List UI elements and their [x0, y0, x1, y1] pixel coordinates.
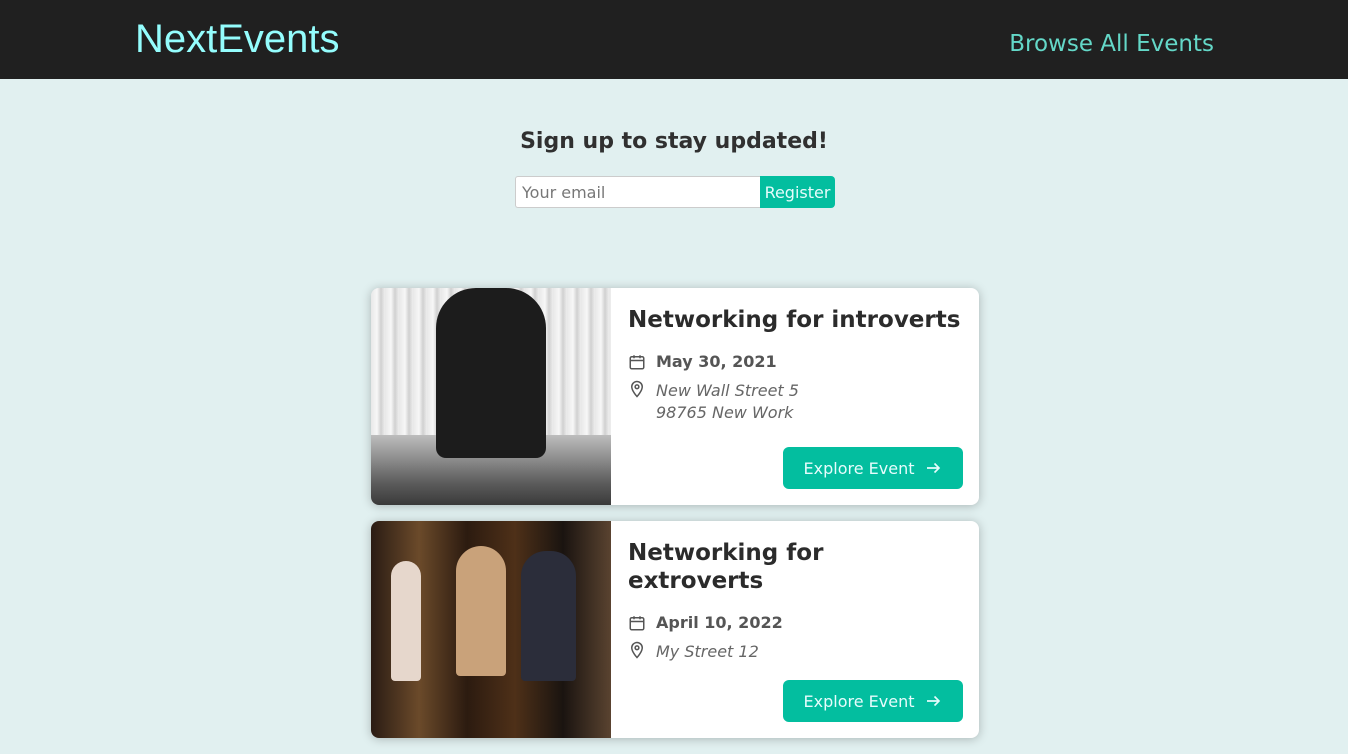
event-image	[371, 521, 611, 738]
email-input[interactable]	[515, 176, 760, 208]
explore-event-label: Explore Event	[803, 458, 915, 478]
calendar-icon	[629, 615, 645, 630]
event-card: Networking for extroverts April 10, 2022…	[371, 521, 979, 738]
event-date: April 10, 2022	[628, 613, 963, 632]
logo-link[interactable]: NextEvents	[135, 15, 340, 63]
event-date-text: May 30, 2021	[656, 352, 777, 371]
address-line-1: New Wall Street 5	[656, 381, 799, 400]
newsletter-section: Sign up to stay updated!	[0, 128, 1348, 156]
explore-event-label: Explore Event	[803, 691, 915, 711]
event-date-text: April 10, 2022	[656, 613, 783, 632]
register-button[interactable]: Register	[760, 176, 835, 208]
main-header: NextEvents Browse All Events	[0, 0, 1348, 79]
event-list: Networking for introverts May 30, 2021 N…	[371, 288, 979, 754]
location-pin-icon	[630, 380, 644, 398]
event-title: Networking for introverts	[628, 307, 961, 333]
explore-event-button[interactable]: Explore Event	[783, 680, 963, 722]
explore-event-button[interactable]: Explore Event	[783, 447, 963, 489]
arrow-right-icon	[927, 462, 941, 474]
address-line-2: 98765 New Work	[656, 403, 794, 422]
newsletter-heading: Sign up to stay updated!	[520, 129, 828, 154]
event-content: Networking for extroverts April 10, 2022…	[611, 521, 979, 738]
calendar-icon	[629, 354, 645, 369]
person-shape	[521, 551, 576, 681]
person-shape	[456, 546, 506, 676]
event-card: Networking for introverts May 30, 2021 N…	[371, 288, 979, 505]
event-content: Networking for introverts May 30, 2021 N…	[611, 288, 979, 505]
location-pin-icon	[630, 641, 644, 659]
newsletter-form: Register	[515, 176, 835, 208]
event-title: Networking for extroverts	[628, 540, 824, 594]
address-line-1: My Street 12	[656, 642, 759, 661]
event-address: New Wall Street 5 98765 New Work	[628, 380, 963, 424]
person-shape	[391, 561, 421, 681]
person-silhouette	[436, 288, 546, 458]
event-address: My Street 12	[628, 641, 963, 663]
event-date: May 30, 2021	[628, 352, 963, 371]
arrow-right-icon	[927, 695, 941, 707]
address-lines: New Wall Street 5 98765 New Work	[656, 380, 799, 424]
event-image	[371, 288, 611, 505]
address-lines: My Street 12	[656, 641, 759, 663]
browse-all-events-link[interactable]: Browse All Events	[1009, 29, 1214, 59]
